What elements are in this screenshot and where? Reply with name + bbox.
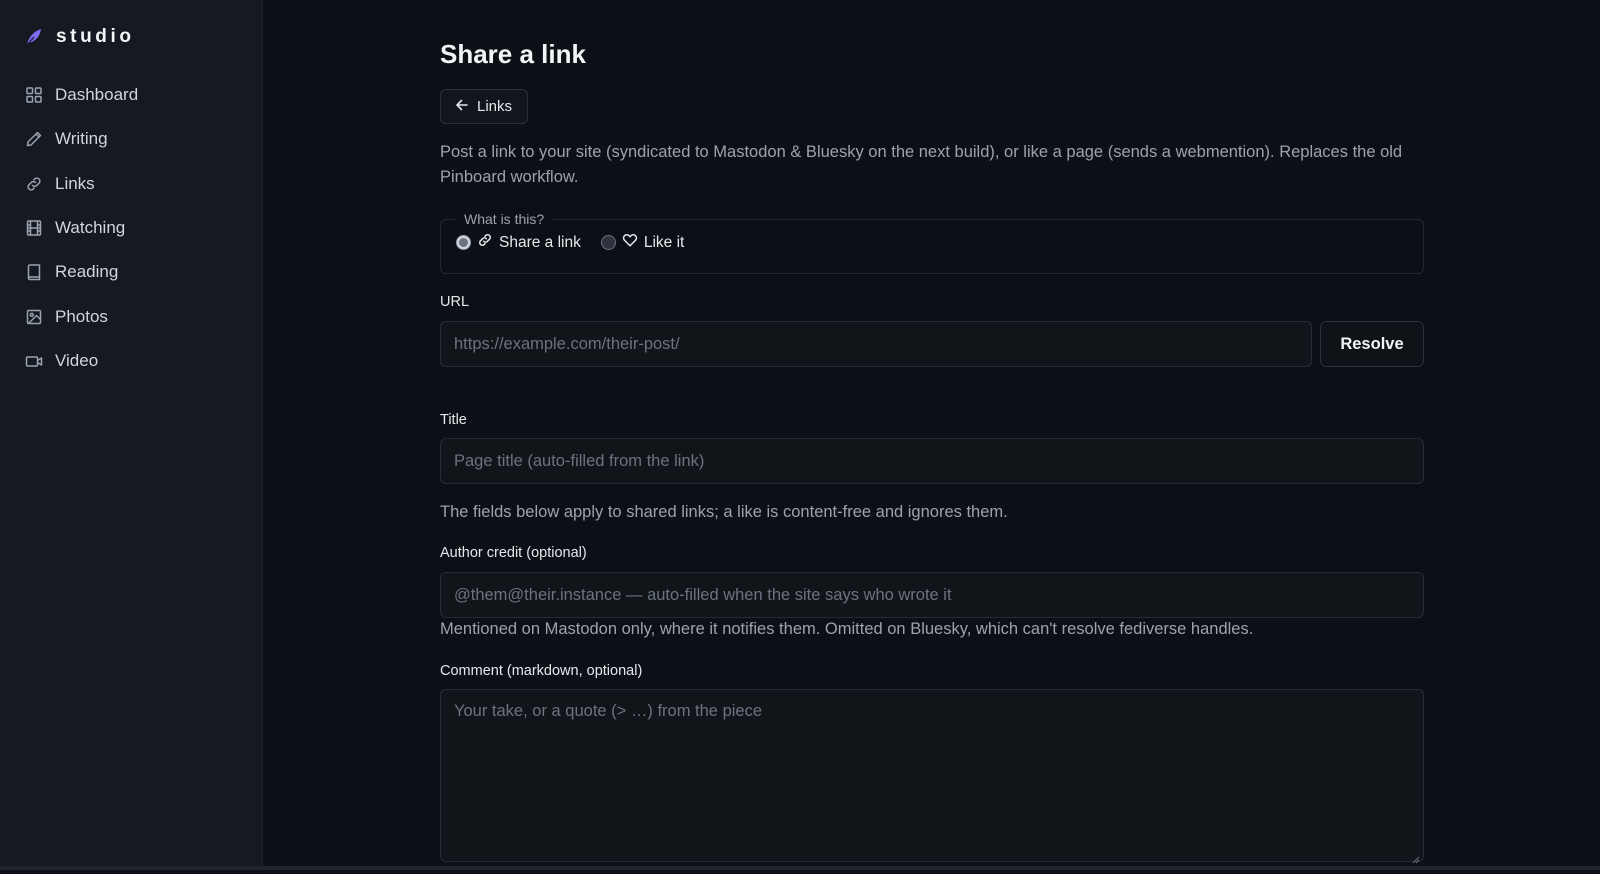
author-hint: Mentioned on Mastodon only, where it not… <box>440 620 1254 638</box>
sidebar-item-label: Watching <box>55 218 126 238</box>
sidebar-item-writing[interactable]: Writing <box>0 117 262 161</box>
film-icon <box>24 219 43 238</box>
back-to-links-button[interactable]: Links <box>440 89 529 124</box>
radio-button[interactable] <box>600 235 616 250</box>
resize-grip-icon[interactable] <box>1412 850 1420 864</box>
kind-fieldset: What is this? Share a link Like it <box>440 211 1424 274</box>
author-input[interactable]: @them@their.instance — auto-filled when … <box>440 572 1424 618</box>
sidebar-item-label: Writing <box>55 129 108 149</box>
brand[interactable]: studio <box>0 24 262 50</box>
back-button-label: Links <box>477 98 513 115</box>
intro-text: Post a link to your site (syndicated to … <box>440 143 1403 186</box>
sidebar-item-label: Dashboard <box>55 85 139 105</box>
radio-share-link[interactable]: Share a link <box>456 232 581 253</box>
kind-legend: What is this? <box>464 211 545 227</box>
sidebar-item-video[interactable]: Video <box>0 339 262 383</box>
heart-icon <box>622 232 638 253</box>
book-icon <box>24 263 43 282</box>
image-icon <box>24 307 43 326</box>
comment-textarea[interactable]: Your take, or a quote (> …) from the pie… <box>440 689 1424 864</box>
radio-label: Share a link <box>499 233 581 251</box>
sidebar-item-label: Photos <box>55 306 108 326</box>
sidebar-item-links[interactable]: Links <box>0 162 262 206</box>
sidebar-item-reading[interactable]: Reading <box>0 250 262 294</box>
title-label: Title <box>440 412 467 428</box>
pencil-icon <box>24 130 43 149</box>
url-label: URL <box>440 294 470 310</box>
title-input[interactable]: Page title (auto-filled from the link) <box>440 438 1424 484</box>
feather-logo-icon <box>24 26 46 48</box>
sidebar-item-label: Links <box>55 173 95 193</box>
url-input[interactable]: https://example.com/their-post/ <box>440 321 1312 367</box>
sidebar-nav: Dashboard Writing Links Watching Reading… <box>0 73 262 383</box>
sidebar-item-dashboard[interactable]: Dashboard <box>0 73 262 117</box>
author-label: Author credit (optional) <box>440 545 587 561</box>
title-placeholder: Page title (auto-filled from the link) <box>454 451 705 470</box>
sidebar-item-watching[interactable]: Watching <box>0 206 262 250</box>
radio-label: Like it <box>643 233 685 251</box>
fields-note: The fields below apply to shared links; … <box>440 503 1008 521</box>
link-icon <box>477 232 493 253</box>
resolve-button[interactable]: Resolve <box>1320 321 1424 367</box>
page-title: Share a link <box>440 39 586 69</box>
comment-placeholder: Your take, or a quote (> …) from the pie… <box>454 702 763 720</box>
author-placeholder: @them@their.instance — auto-filled when … <box>454 585 952 604</box>
link-icon <box>24 174 43 193</box>
arrow-left-icon <box>455 98 469 116</box>
radio-button-selected[interactable] <box>456 235 471 250</box>
sidebar-item-photos[interactable]: Photos <box>0 294 262 338</box>
brand-name: studio <box>56 26 135 47</box>
video-icon <box>24 351 43 370</box>
sidebar-item-label: Reading <box>55 262 119 282</box>
sidebar-item-label: Video <box>55 350 99 370</box>
grid-icon <box>24 86 43 105</box>
url-placeholder: https://example.com/their-post/ <box>454 334 680 353</box>
sidebar: studio Dashboard Writing Links Watching … <box>0 0 263 866</box>
radio-like-it[interactable]: Like it <box>600 232 685 253</box>
comment-label: Comment (markdown, optional) <box>440 663 643 679</box>
main-content: Share a link Links Post a link to your s… <box>263 0 1600 866</box>
app-window: studio Dashboard Writing Links Watching … <box>0 0 1600 870</box>
